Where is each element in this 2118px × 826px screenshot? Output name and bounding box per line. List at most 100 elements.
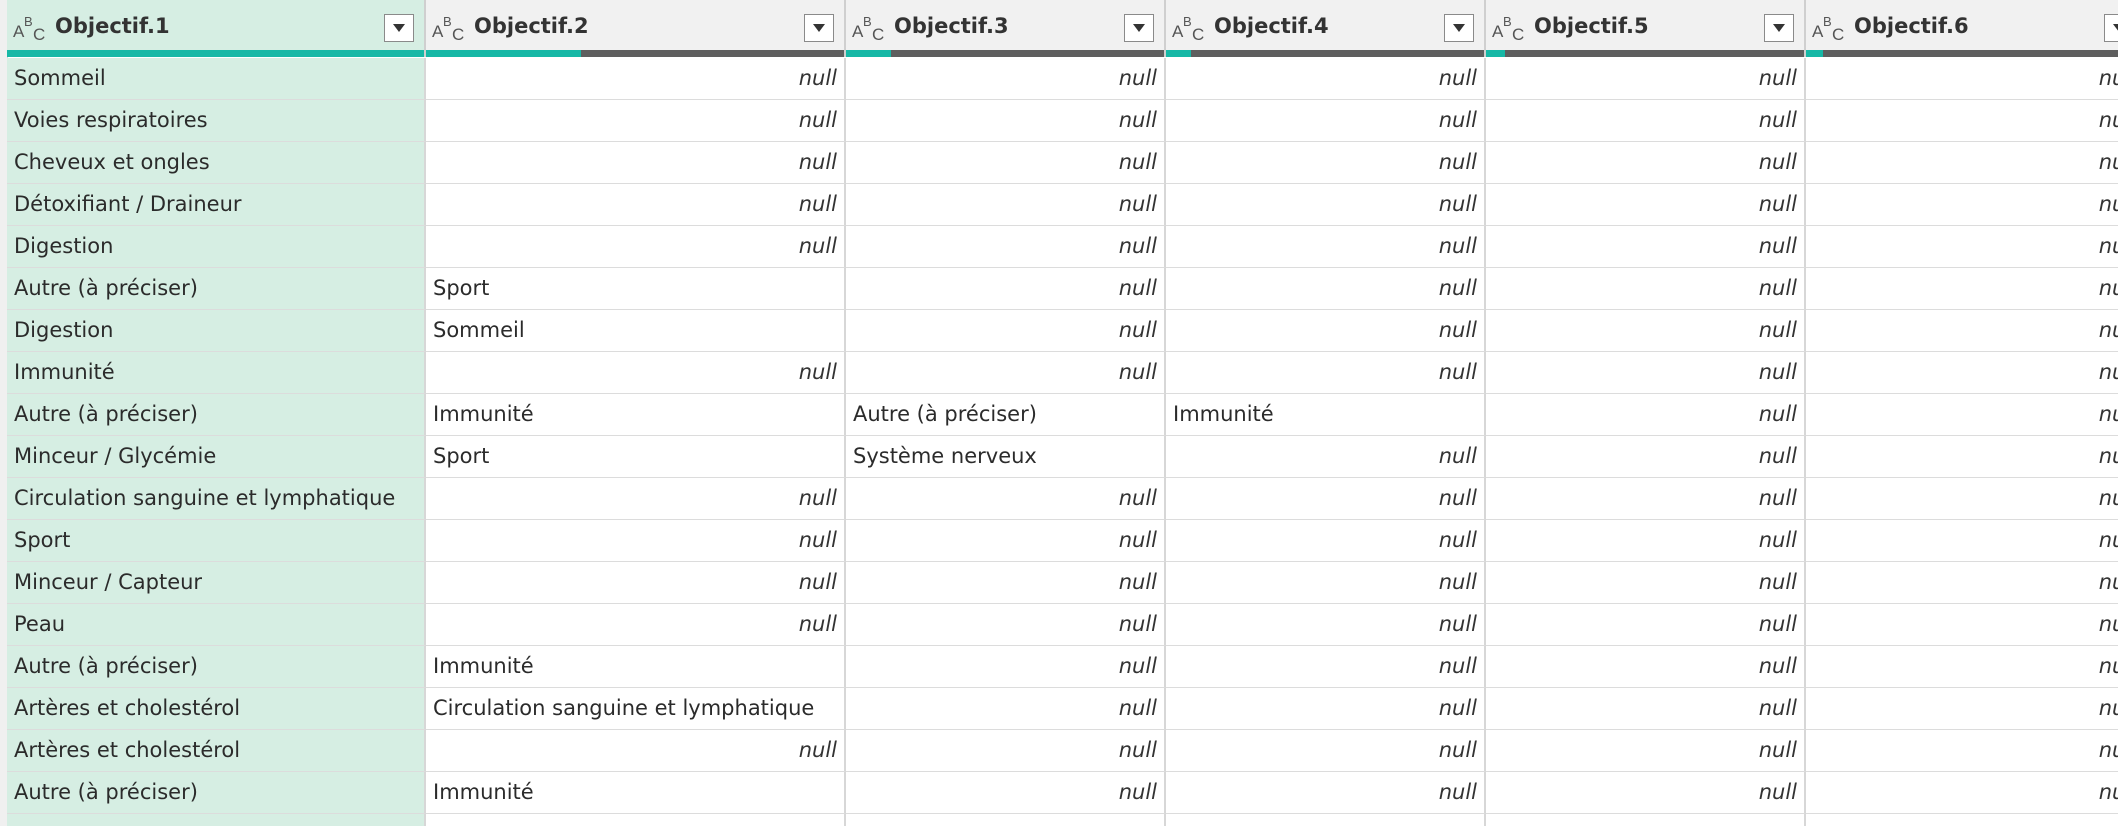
- null-cell[interactable]: null: [1806, 352, 2118, 394]
- column-filter-dropdown-button[interactable]: [1764, 14, 1794, 42]
- null-cell[interactable]: null: [846, 562, 1166, 604]
- null-cell[interactable]: null: [1806, 142, 2118, 184]
- column-header-6[interactable]: A B C Objectif.6: [1806, 0, 2118, 57]
- null-cell[interactable]: null: [1486, 268, 1806, 310]
- table-cell[interactable]: Sommeil: [7, 58, 426, 100]
- table-cell[interactable]: [1166, 814, 1486, 826]
- text-type-icon[interactable]: ABC: [852, 13, 886, 44]
- null-cell[interactable]: null: [1486, 184, 1806, 226]
- null-cell[interactable]: null: [1486, 352, 1806, 394]
- table-cell[interactable]: Système nerveux: [846, 436, 1166, 478]
- null-cell[interactable]: null: [1806, 268, 2118, 310]
- null-cell[interactable]: null: [1166, 646, 1486, 688]
- table-cell[interactable]: Digestion: [7, 310, 426, 352]
- null-cell[interactable]: null: [1806, 646, 2118, 688]
- null-cell[interactable]: null: [1486, 310, 1806, 352]
- null-cell[interactable]: null: [1166, 436, 1486, 478]
- table-cell[interactable]: Immunité: [1166, 394, 1486, 436]
- column-header-4[interactable]: A B C Objectif.4: [1166, 0, 1486, 57]
- null-cell[interactable]: null: [846, 730, 1166, 772]
- table-cell[interactable]: [1806, 814, 2118, 826]
- text-type-icon[interactable]: ABC: [432, 13, 466, 44]
- table-cell[interactable]: Digestion: [7, 226, 426, 268]
- table-cell[interactable]: Immunité: [426, 394, 846, 436]
- null-cell[interactable]: null: [1486, 58, 1806, 100]
- table-cell[interactable]: Autre (à préciser): [7, 394, 426, 436]
- table-cell[interactable]: Artères et cholestérol: [7, 730, 426, 772]
- null-cell[interactable]: null: [846, 646, 1166, 688]
- null-cell[interactable]: null: [846, 226, 1166, 268]
- null-cell[interactable]: null: [1806, 730, 2118, 772]
- null-cell[interactable]: null: [1166, 520, 1486, 562]
- null-cell[interactable]: null: [1486, 688, 1806, 730]
- column-header-5[interactable]: A B C Objectif.5: [1486, 0, 1806, 57]
- null-cell[interactable]: null: [846, 184, 1166, 226]
- null-cell[interactable]: null: [1486, 562, 1806, 604]
- null-cell[interactable]: null: [1486, 772, 1806, 814]
- null-cell[interactable]: null: [1166, 478, 1486, 520]
- null-cell[interactable]: null: [1166, 604, 1486, 646]
- null-cell[interactable]: null: [846, 688, 1166, 730]
- null-cell[interactable]: null: [426, 478, 846, 520]
- null-cell[interactable]: null: [1166, 226, 1486, 268]
- table-cell[interactable]: Peau: [7, 604, 426, 646]
- null-cell[interactable]: null: [1806, 520, 2118, 562]
- null-cell[interactable]: null: [846, 58, 1166, 100]
- null-cell[interactable]: null: [1486, 226, 1806, 268]
- null-cell[interactable]: null: [1166, 268, 1486, 310]
- null-cell[interactable]: null: [1166, 352, 1486, 394]
- null-cell[interactable]: null: [426, 58, 846, 100]
- null-cell[interactable]: null: [1806, 604, 2118, 646]
- null-cell[interactable]: null: [1166, 142, 1486, 184]
- table-cell[interactable]: Circulation sanguine et lymphatique: [426, 688, 846, 730]
- column-header-1[interactable]: A B C Objectif.1: [7, 0, 426, 57]
- null-cell[interactable]: null: [426, 604, 846, 646]
- table-cell[interactable]: Circulation sanguine et lymphatique: [7, 478, 426, 520]
- null-cell[interactable]: null: [1486, 436, 1806, 478]
- null-cell[interactable]: null: [1806, 772, 2118, 814]
- text-type-icon[interactable]: ABC: [1492, 13, 1526, 44]
- null-cell[interactable]: null: [1806, 58, 2118, 100]
- null-cell[interactable]: null: [1486, 478, 1806, 520]
- null-cell[interactable]: null: [1806, 100, 2118, 142]
- null-cell[interactable]: null: [1166, 730, 1486, 772]
- null-cell[interactable]: null: [1166, 688, 1486, 730]
- null-cell[interactable]: null: [1806, 562, 2118, 604]
- null-cell[interactable]: null: [1166, 184, 1486, 226]
- table-cell[interactable]: Autre (à préciser): [7, 268, 426, 310]
- column-header-2[interactable]: A B C Objectif.2: [426, 0, 846, 57]
- null-cell[interactable]: null: [426, 226, 846, 268]
- null-cell[interactable]: null: [1486, 604, 1806, 646]
- table-cell[interactable]: Détoxifiant / Draineur: [7, 184, 426, 226]
- table-cell[interactable]: Voies respiratoires: [7, 100, 426, 142]
- null-cell[interactable]: null: [846, 268, 1166, 310]
- null-cell[interactable]: null: [846, 100, 1166, 142]
- null-cell[interactable]: null: [1806, 310, 2118, 352]
- table-cell[interactable]: Sport: [426, 436, 846, 478]
- null-cell[interactable]: null: [846, 352, 1166, 394]
- table-cell[interactable]: Immunité: [426, 646, 846, 688]
- null-cell[interactable]: null: [1806, 394, 2118, 436]
- null-cell[interactable]: null: [1806, 226, 2118, 268]
- column-filter-dropdown-button[interactable]: [384, 14, 414, 42]
- table-cell[interactable]: Sport: [7, 520, 426, 562]
- text-type-icon[interactable]: ABC: [1172, 13, 1206, 44]
- null-cell[interactable]: null: [1166, 772, 1486, 814]
- column-filter-dropdown-button[interactable]: [804, 14, 834, 42]
- null-cell[interactable]: null: [1166, 310, 1486, 352]
- text-type-icon[interactable]: ABC: [1812, 13, 1846, 44]
- table-cell[interactable]: Autre (à préciser): [7, 646, 426, 688]
- null-cell[interactable]: null: [1486, 142, 1806, 184]
- table-cell[interactable]: [7, 814, 426, 826]
- column-header-3[interactable]: A B C Objectif.3: [846, 0, 1166, 57]
- null-cell[interactable]: null: [426, 730, 846, 772]
- text-type-icon[interactable]: ABC: [13, 13, 47, 44]
- table-cell[interactable]: Cheveux et ongles: [7, 142, 426, 184]
- table-cell[interactable]: Immunité: [426, 772, 846, 814]
- column-filter-dropdown-button[interactable]: [1444, 14, 1474, 42]
- column-filter-dropdown-button[interactable]: [2104, 14, 2118, 42]
- null-cell[interactable]: null: [1806, 436, 2118, 478]
- table-cell[interactable]: [846, 814, 1166, 826]
- null-cell[interactable]: null: [846, 604, 1166, 646]
- null-cell[interactable]: null: [846, 772, 1166, 814]
